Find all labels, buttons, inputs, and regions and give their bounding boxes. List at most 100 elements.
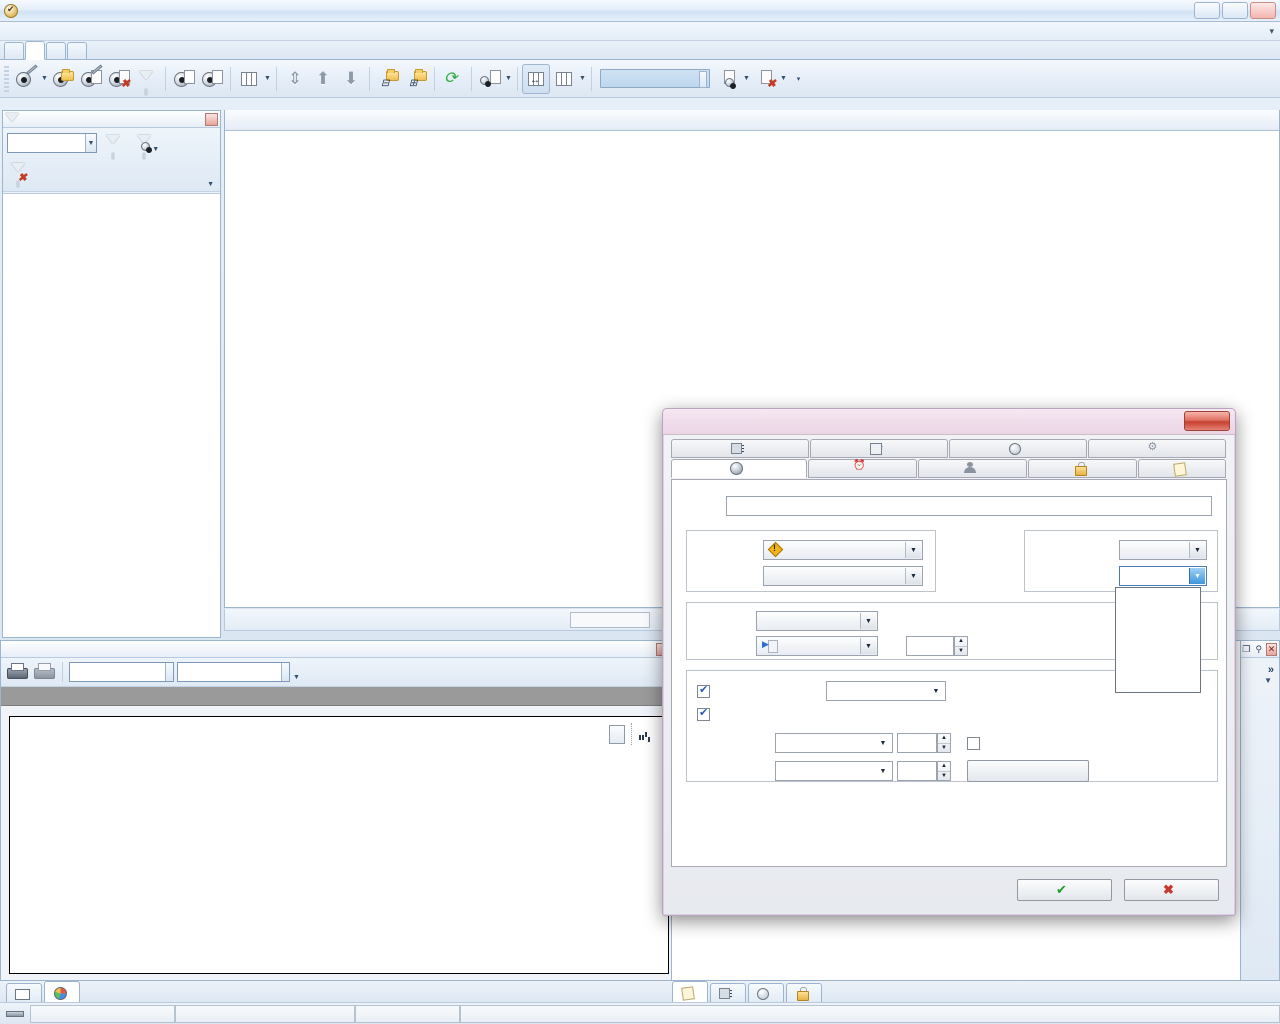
expand-all-button[interactable]: ⊞ xyxy=(402,64,430,94)
dialog-tab-attachments[interactable] xyxy=(786,983,822,1002)
save-filter-icon[interactable]: ▼ xyxy=(133,133,163,157)
estimated-time-select[interactable]: ▼ xyxy=(1119,540,1207,560)
restore-icon[interactable] xyxy=(630,643,643,656)
dialog-tab-task-history[interactable] xyxy=(748,983,784,1002)
tab-task-list[interactable] xyxy=(4,42,24,59)
charts-pin-icon[interactable] xyxy=(643,643,656,656)
chevron-down-icon[interactable]: ▼ xyxy=(875,763,891,779)
right-pin-icon[interactable]: ⚲ xyxy=(1254,643,1265,656)
chart-group-chevron-icon[interactable] xyxy=(281,663,289,681)
complete-stepper[interactable]: ▲▼ xyxy=(954,636,968,656)
fit-columns-button[interactable]: ↔ xyxy=(522,64,550,94)
name-field[interactable] xyxy=(726,496,1212,516)
chevron-down-icon[interactable]: ▼ xyxy=(1189,568,1205,584)
right-close-icon[interactable]: ✕ xyxy=(1266,643,1277,656)
dialog-tab-custom-fields[interactable] xyxy=(1088,439,1226,458)
chevron-down-icon[interactable]: ▼ xyxy=(875,735,891,751)
search-input[interactable] xyxy=(600,69,710,88)
save-view-dropdown-icon[interactable]: ▼ xyxy=(742,64,751,94)
delete-task-button[interactable]: ✖ xyxy=(105,64,133,94)
chevron-down-icon[interactable]: ▼ xyxy=(860,638,876,654)
status-select[interactable]: ▼ xyxy=(756,636,878,656)
chevron-down-icon[interactable]: ▼ xyxy=(928,683,944,699)
actual-time-dropdown-list[interactable] xyxy=(1115,587,1201,693)
chevron-down-icon[interactable]: ▼ xyxy=(85,134,96,152)
charts-toolbar-overflow-icon[interactable]: ▼ xyxy=(293,674,300,681)
dialog-tab-note[interactable] xyxy=(1138,459,1226,478)
clear-view-dropdown-icon[interactable]: ▼ xyxy=(779,64,788,94)
print-dropdown-icon[interactable]: ▼ xyxy=(504,64,513,94)
paste-task-button[interactable] xyxy=(198,64,226,94)
finish-date-field[interactable]: ▼ xyxy=(775,761,893,781)
filter-preset-combo[interactable]: ▼ xyxy=(7,133,97,153)
print-preview-chart-icon[interactable] xyxy=(32,662,56,682)
view-mode-dropdown-icon[interactable]: ▼ xyxy=(263,64,272,94)
new-task-button[interactable] xyxy=(12,64,40,94)
filters-close-icon[interactable] xyxy=(205,113,218,126)
dialog-tab-notes[interactable] xyxy=(672,981,708,1002)
dialog-tab-comments[interactable] xyxy=(710,983,746,1002)
recurrence-button[interactable] xyxy=(967,760,1089,782)
dialog-tab-watch-list[interactable] xyxy=(810,439,948,458)
print-chart-icon[interactable] xyxy=(5,662,29,682)
date-time-checkbox[interactable] xyxy=(697,708,710,721)
due-date-checkbox[interactable] xyxy=(697,685,710,698)
right-restore-icon[interactable]: ❐ xyxy=(1241,643,1252,656)
new-task-dropdown-icon[interactable]: ▼ xyxy=(40,64,49,94)
right-dock-overflow-icon[interactable]: ▼ xyxy=(1241,676,1279,685)
edit-task-button[interactable] xyxy=(77,64,105,94)
dialog-tab-general[interactable] xyxy=(671,459,807,478)
chart-metric-chevron-icon[interactable] xyxy=(165,663,173,681)
bottom-tab-notifications[interactable] xyxy=(6,983,42,1002)
finish-hour-stepper[interactable]: ▲▼ xyxy=(937,761,951,781)
dialog-tab-resources[interactable] xyxy=(918,459,1027,478)
new-task-group-button[interactable] xyxy=(49,64,77,94)
copy-task-button[interactable] xyxy=(170,64,198,94)
task-group-select[interactable]: ▼ xyxy=(763,566,923,586)
tab-calendar[interactable] xyxy=(46,42,66,59)
pin-icon[interactable] xyxy=(188,113,201,126)
menu-overflow-icon[interactable]: ▾ xyxy=(1269,26,1274,37)
close-button[interactable] xyxy=(1250,2,1276,19)
start-hour-field[interactable] xyxy=(897,733,937,753)
actual-time-select[interactable]: ▼ xyxy=(1119,566,1207,586)
column-setup-button[interactable] xyxy=(550,64,578,94)
right-dock-expand-icon[interactable]: » xyxy=(1241,658,1279,676)
tab-task-tree[interactable] xyxy=(25,41,45,60)
apply-filter-icon[interactable] xyxy=(100,133,130,157)
move-down-button[interactable]: ⬇ xyxy=(337,64,365,94)
start-hour-stepper[interactable]: ▲▼ xyxy=(937,733,951,753)
dialog-tab-reminder[interactable] xyxy=(808,459,917,478)
collapse-all-button[interactable]: ⊟ xyxy=(374,64,402,94)
chevron-down-icon[interactable]: ▼ xyxy=(905,542,921,558)
refresh-button[interactable]: ⟳ xyxy=(439,64,467,94)
print-preview-button[interactable] xyxy=(476,64,504,94)
chart-group-select[interactable] xyxy=(177,662,290,682)
clear-filter-icon[interactable]: ✖ xyxy=(7,161,37,185)
minimize-button[interactable] xyxy=(1194,2,1220,19)
save-view-button[interactable] xyxy=(714,64,742,94)
all-day-checkbox[interactable] xyxy=(967,737,980,750)
bottom-tab-charts[interactable] xyxy=(44,981,80,1002)
priority-select[interactable]: ▼ xyxy=(763,540,923,560)
maximize-button[interactable] xyxy=(1222,2,1248,19)
ok-button[interactable]: ✔ xyxy=(1017,879,1112,901)
toolbar-grip[interactable] xyxy=(4,66,9,92)
chevron-down-icon[interactable]: ▼ xyxy=(1189,542,1205,558)
customize-chart-button[interactable] xyxy=(609,725,625,744)
toolbar-overflow-icon[interactable]: ▾ xyxy=(794,64,803,94)
chart-metric-select[interactable] xyxy=(69,662,174,682)
move-up-button[interactable]: ⬆ xyxy=(309,64,337,94)
dialog-tab-history[interactable] xyxy=(949,439,1087,458)
dialog-tab-comments-top[interactable] xyxy=(671,439,809,458)
complete-field[interactable] xyxy=(906,636,954,656)
start-date-field[interactable]: ▼ xyxy=(775,733,893,753)
tab-resource-list[interactable] xyxy=(67,42,87,59)
chevron-down-icon[interactable]: ▼ xyxy=(860,613,876,629)
workflow-select[interactable]: ▼ xyxy=(756,611,878,631)
finish-hour-field[interactable] xyxy=(897,761,937,781)
dialog-tab-attachments-top[interactable] xyxy=(1028,459,1137,478)
column-setup-dropdown-icon[interactable]: ▼ xyxy=(578,64,587,94)
dialog-close-button[interactable] xyxy=(1184,411,1230,431)
cancel-button[interactable]: ✖ xyxy=(1124,879,1219,901)
